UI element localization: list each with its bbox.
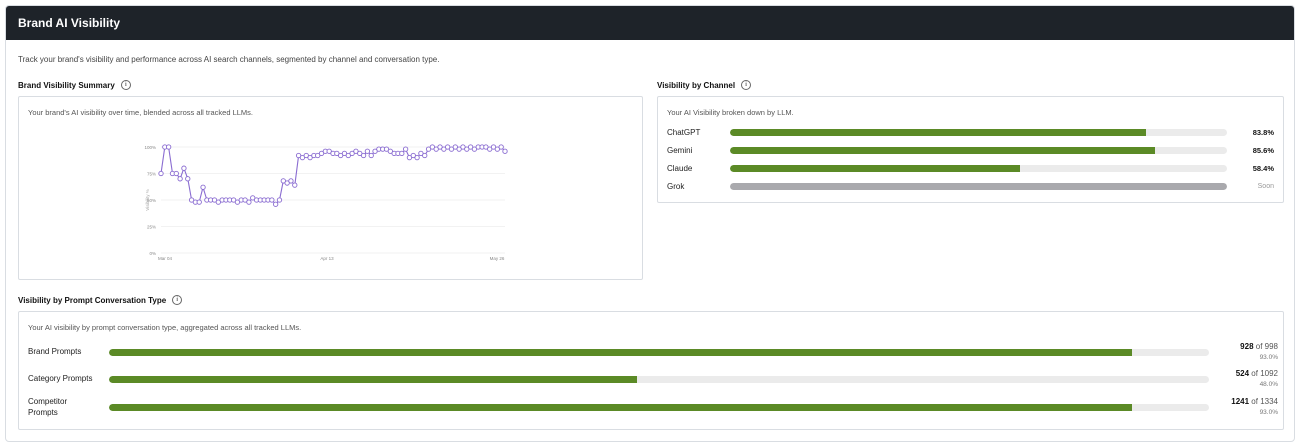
channel-bar-fill — [730, 147, 1156, 154]
data-point — [173, 170, 179, 177]
y-tick-label: 25% — [147, 225, 156, 230]
prompt-bar-brand — [109, 349, 1209, 356]
card-description: Track your brand's visibility and perfor… — [18, 55, 440, 64]
prompt-bar-fill — [109, 349, 1132, 356]
x-tick-label: May 26 — [490, 256, 505, 261]
data-point — [368, 152, 374, 159]
prompt-count-category: 524 of 1092 — [1235, 369, 1278, 378]
prompt-subtitle: Your AI visibility by prompt conversatio… — [28, 323, 302, 332]
data-point — [422, 152, 428, 159]
channel-label-chatgpt: ChatGPT — [667, 128, 701, 137]
x-tick-label: Mar 04 — [158, 256, 173, 261]
data-point — [288, 178, 294, 184]
channel-bar-fill — [730, 183, 1227, 190]
channel-bar-chatgpt — [730, 129, 1227, 136]
prompt-pct-category: 48.0% — [1259, 381, 1278, 388]
y-tick-label: 0% — [149, 251, 156, 256]
channel-label-claude: Claude — [667, 164, 693, 173]
data-point — [364, 148, 371, 154]
channel-label-grok: Grok — [667, 182, 685, 191]
prompt-label-brand: Brand Prompts — [28, 347, 82, 356]
y-tick-label: 100% — [144, 145, 156, 150]
data-point — [165, 144, 172, 150]
visibility-trend-chart: 0%25%50%75%100%Visibility %Mar 04 Apr 13 M… — [144, 144, 508, 261]
brand-ai-visibility-card: Brand AI Visibility Track your brand's v… — [5, 5, 1295, 442]
data-point — [196, 199, 202, 205]
prompt-bar-fill — [109, 376, 637, 383]
prompt-title-row: Visibility by Prompt Conversation Type i — [18, 295, 183, 305]
channel-panel: Your AI Visibility broken down by LLM. C… — [657, 96, 1284, 203]
summary-title-row: Brand Visibility Summary i — [18, 80, 131, 90]
channel-value-chatgpt: 83.8% — [1252, 128, 1274, 137]
channel-title: Visibility by Channel — [657, 80, 736, 90]
data-point — [399, 150, 405, 157]
channel-value-grok: Soon — [1257, 183, 1274, 190]
data-point — [269, 197, 275, 203]
y-tick-label: 75% — [147, 172, 156, 177]
prompt-panel: Your AI visibility by prompt conversatio… — [18, 311, 1284, 430]
data-point — [181, 165, 187, 171]
data-point — [185, 176, 191, 182]
channel-bar-fill — [730, 165, 1021, 172]
data-point — [177, 176, 183, 182]
data-point — [292, 182, 298, 188]
prompt-label-category: Category Prompts — [28, 374, 93, 383]
data-point — [414, 154, 420, 161]
info-icon[interactable]: i — [120, 80, 131, 90]
channel-value-claude: 58.4% — [1252, 164, 1274, 173]
data-point — [360, 152, 367, 159]
info-icon[interactable]: i — [741, 80, 752, 90]
channel-title-row: Visibility by Channel i — [657, 80, 752, 90]
prompt-bar-competitor — [109, 404, 1209, 411]
card-header: Brand AI Visibility — [6, 6, 1294, 40]
data-point — [276, 197, 283, 203]
prompt-label-competitor: Competitor Prompts — [28, 397, 68, 417]
channel-bar-fill — [730, 129, 1147, 136]
channel-value-gemini: 85.6% — [1252, 146, 1274, 155]
prompt-pct-brand: 93.0% — [1259, 354, 1278, 361]
channel-bar-claude — [730, 165, 1227, 172]
prompt-pct-competitor: 93.0% — [1259, 409, 1278, 416]
channel-bar-gemini — [730, 147, 1227, 154]
prompt-title: Visibility by Prompt Conversation Type — [18, 295, 167, 305]
channel-label-gemini: Gemini — [667, 146, 693, 155]
data-point — [246, 199, 252, 205]
summary-title: Brand Visibility Summary — [18, 80, 115, 90]
data-point — [402, 146, 409, 152]
prompt-bar-category — [109, 376, 1209, 383]
x-tick-label: Apr 13 — [320, 256, 334, 261]
data-point — [498, 144, 504, 150]
data-point — [200, 184, 206, 190]
info-icon[interactable]: i — [172, 295, 183, 305]
summary-panel: Your brand's AI visibility over time, bl… — [18, 96, 643, 280]
channel-subtitle: Your AI Visibility broken down by LLM. — [667, 108, 794, 117]
prompt-bar-fill — [109, 404, 1132, 411]
data-point — [158, 170, 164, 177]
prompt-count-brand: 928 of 998 — [1240, 342, 1278, 351]
data-point — [273, 201, 279, 207]
y-axis-label: Visibility % — [145, 189, 150, 210]
prompt-count-competitor: 1241 of 1334 — [1231, 397, 1278, 406]
channel-bar-grok — [730, 183, 1227, 190]
data-point — [502, 148, 508, 154]
card-title: Brand AI Visibility — [18, 16, 121, 30]
